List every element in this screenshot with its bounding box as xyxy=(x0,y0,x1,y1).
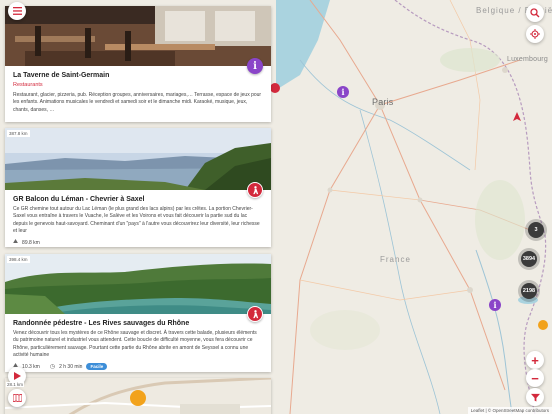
menu-button[interactable] xyxy=(8,2,26,20)
map-attribution[interactable]: Leaflet | © OpenStreetMap contributors xyxy=(467,407,552,414)
results-list-panel[interactable]: i La Taverne de Saint-Germain Restaurant… xyxy=(0,0,276,414)
map-label-luxembourg: Luxembourg xyxy=(507,56,548,63)
info-icon: i xyxy=(247,58,263,74)
river-photo: 398.4 km xyxy=(5,254,271,314)
filter-button[interactable] xyxy=(526,388,544,406)
card-description: Restaurant, glacier, pizzeria, pub. Réce… xyxy=(13,92,262,113)
list-item[interactable]: i La Taverne de Saint-Germain Restaurant… xyxy=(5,6,271,122)
map-cluster[interactable]: 2198 xyxy=(521,283,537,299)
list-item[interactable]: 387.8 km GR Balcon du Léman - Chevrier à… xyxy=(5,128,271,247)
compass-north-icon[interactable] xyxy=(512,109,522,127)
play-icon xyxy=(14,372,21,380)
card-description: Venez découvrir tous les mystères de ce … xyxy=(13,330,257,358)
map-icon xyxy=(12,394,22,402)
map-poi-info-icon[interactable]: i xyxy=(337,86,349,98)
hike-icon xyxy=(247,182,263,198)
hamburger-icon xyxy=(12,7,22,15)
distance-badge: 398.4 km xyxy=(7,256,30,263)
list-item[interactable] xyxy=(5,378,271,414)
map-poi-marker-icon[interactable] xyxy=(538,320,548,330)
list-item[interactable]: 398.4 km Randonnée pédestre - Les Rives … xyxy=(5,254,271,372)
map-label-paris: Paris xyxy=(372,97,394,107)
map-label-france: France xyxy=(380,255,411,264)
hiker-icon: ⛰ xyxy=(13,239,19,245)
card-title[interactable]: GR Balcon du Léman - Chevrier à Saxel xyxy=(13,196,263,203)
fab-distance-label: 28.1 km xyxy=(6,382,25,387)
card-title[interactable]: La Taverne de Saint-Germain xyxy=(13,72,263,79)
zoom-in-button[interactable]: + xyxy=(526,351,544,369)
map-poi-info-icon[interactable]: i xyxy=(489,299,501,311)
card-description: Ce GR chemine tout autour du Lac Léman (… xyxy=(13,206,260,234)
filter-icon xyxy=(530,393,540,402)
map-thumbnail xyxy=(5,378,271,414)
landmark-icon xyxy=(130,390,146,406)
trail-length: 89.8 km xyxy=(22,239,40,246)
card-category: Restaurants xyxy=(13,82,43,88)
clock-icon: ◷ xyxy=(49,364,56,370)
search-button[interactable] xyxy=(526,4,544,22)
locate-button[interactable] xyxy=(526,25,544,43)
trail-length: 10.3 km xyxy=(22,363,40,370)
map-cluster[interactable]: 3894 xyxy=(521,251,537,267)
restaurant-photo xyxy=(5,6,271,66)
map-view-button[interactable] xyxy=(8,389,26,407)
hike-icon xyxy=(247,306,263,322)
card-title[interactable]: Randonnée pédestre - Les Rives sauvages … xyxy=(13,320,263,327)
distance-badge: 387.8 km xyxy=(7,130,30,137)
trail-duration: 2 h 30 min xyxy=(59,363,83,370)
difficulty-badge: Facile xyxy=(86,363,108,370)
landscape-photo: 387.8 km xyxy=(5,128,271,190)
zoom-out-button[interactable]: − xyxy=(526,369,544,387)
map-cluster[interactable]: 3 xyxy=(528,222,544,238)
search-icon xyxy=(530,8,540,18)
crosshair-icon xyxy=(530,29,540,39)
